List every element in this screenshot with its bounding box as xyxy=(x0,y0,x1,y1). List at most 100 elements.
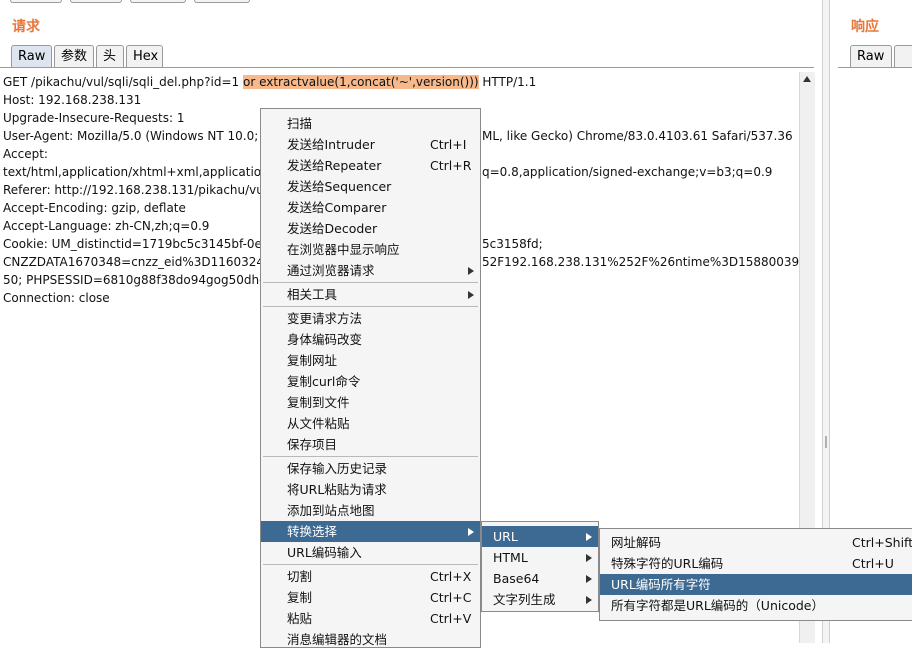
request-line-text: Accept-Language: zh-CN,zh;q=0.9 xyxy=(3,219,210,233)
menu-item-label: 网址解码 xyxy=(611,535,662,550)
menu-item-label: 发送给Decoder xyxy=(287,221,378,236)
tab-headers[interactable]: 头 xyxy=(96,45,124,67)
request-line: Accept-Language: zh-CN,zh;q=0.9 xyxy=(3,217,209,235)
menu-item-shortcut: Ctrl+R xyxy=(430,158,472,173)
toolbar-button-stub[interactable] xyxy=(70,0,122,3)
menu-item-label: 扫描 xyxy=(287,116,313,131)
menu-item[interactable]: 文字列生成 xyxy=(482,589,598,610)
menu-item[interactable]: 变更请求方法 xyxy=(261,308,480,329)
menu-item[interactable]: 所有字符都是URL编码的（Unicode） xyxy=(600,595,912,616)
menu-item-shortcut: Ctrl+C xyxy=(430,590,472,605)
menu-item[interactable]: 复制 Ctrl+C xyxy=(261,587,480,608)
menu-item[interactable]: 发送给Repeater Ctrl+R xyxy=(261,155,480,176)
menu-item-shortcut: Ctrl+V xyxy=(430,611,472,626)
selected-payload[interactable]: or extractvalue(1,concat('~',version())) xyxy=(242,75,479,89)
menu-item[interactable]: 通过浏览器请求 xyxy=(261,260,480,281)
menu-item-label: 保存输入历史记录 xyxy=(287,461,388,476)
toolbar-button-stub[interactable] xyxy=(10,0,62,3)
menu-item-label: 发送给Sequencer xyxy=(287,179,392,194)
menu-item[interactable]: 身体编码改变 xyxy=(261,329,480,350)
tab-raw[interactable]: Raw xyxy=(11,45,52,67)
menu-item[interactable]: 复制到文件 xyxy=(261,392,480,413)
menu-item[interactable]: 相关工具 xyxy=(261,284,480,305)
menu-item-label: 发送给Comparer xyxy=(287,200,387,215)
menu-item-shortcut: Ctrl+U xyxy=(852,556,894,571)
menu-item-label: Base64 xyxy=(493,571,540,586)
request-line-text: GET /pikachu/vul/sqli/sqli_del.php?id=1 xyxy=(3,75,243,89)
context-menu: 扫描发送给Intruder Ctrl+I 发送给Repeater Ctrl+R 发送给S… xyxy=(260,108,481,648)
response-tab-next[interactable] xyxy=(894,45,912,67)
request-line: Connection: close xyxy=(3,289,110,307)
convert-selection-submenu: URL HTML Base64 文字列生成 xyxy=(481,521,599,612)
menu-item-label: 复制 xyxy=(287,590,313,605)
request-line-text: Upgrade-Insecure-Requests: 1 xyxy=(3,111,185,125)
request-line-text: Accept: xyxy=(3,147,48,161)
menu-item[interactable]: 添加到站点地图 xyxy=(261,500,480,521)
tab-hex[interactable]: Hex xyxy=(126,45,163,67)
menu-item[interactable]: 转换选择 xyxy=(261,521,480,542)
menu-item-shortcut: Ctrl+X xyxy=(430,569,472,584)
menu-item-label: 文字列生成 xyxy=(493,592,556,607)
menu-item[interactable]: 复制curl命令 xyxy=(261,371,480,392)
menu-item-label: URL xyxy=(493,529,518,544)
request-line: Host: 192.168.238.131 xyxy=(3,91,141,109)
submenu-arrow-icon xyxy=(468,528,474,536)
request-line: Accept: xyxy=(3,145,48,163)
request-line-text: User-Agent: Mozilla/5.0 (Windows NT 10.0… xyxy=(3,129,274,143)
request-line-tail: 52F192.168.238.131%252F%26ntime%3D158800… xyxy=(482,255,800,269)
request-line: CNZZDATA1670348=cnzz_eid%3D11603247 xyxy=(3,253,272,271)
response-pane-title: 响应 xyxy=(851,19,879,35)
menu-item-label: 消息编辑器的文档 xyxy=(287,632,388,647)
menu-item-label: 添加到站点地图 xyxy=(287,503,375,518)
menu-item-label: URL编码输入 xyxy=(287,545,362,560)
menu-item[interactable]: HTML xyxy=(482,547,598,568)
menu-item-label: 保存项目 xyxy=(287,437,338,452)
menu-item-label: 在浏览器中显示响应 xyxy=(287,242,400,257)
menu-item[interactable]: Base64 xyxy=(482,568,598,589)
splitter-grip-icon xyxy=(825,436,827,448)
menu-item[interactable]: 发送给Comparer xyxy=(261,197,480,218)
menu-item-label: 转换选择 xyxy=(287,524,338,539)
menu-item[interactable]: 粘贴 Ctrl+V xyxy=(261,608,480,629)
menu-item[interactable]: 特殊字符的URL编码 Ctrl+U xyxy=(600,553,912,574)
menu-item[interactable]: 消息编辑器的文档 xyxy=(261,629,480,650)
menu-item[interactable]: 发送给Decoder xyxy=(261,218,480,239)
menu-item[interactable]: 网址解码 Ctrl+Shift+ xyxy=(600,532,912,553)
submenu-arrow-icon xyxy=(468,267,474,275)
menu-item[interactable]: 发送给Intruder Ctrl+I xyxy=(261,134,480,155)
menu-item[interactable]: 从文件粘贴 xyxy=(261,413,480,434)
menu-item-label: 发送给Intruder xyxy=(287,137,375,152)
toolbar-button-stub[interactable] xyxy=(130,0,186,3)
request-line: Upgrade-Insecure-Requests: 1 xyxy=(3,109,185,127)
menu-item[interactable]: 在浏览器中显示响应 xyxy=(261,239,480,260)
menu-item-label: 变更请求方法 xyxy=(287,311,363,326)
menu-item[interactable]: 保存项目 xyxy=(261,434,480,455)
tab-params[interactable]: 参数 xyxy=(54,45,94,67)
menu-item[interactable]: URL编码所有字符 xyxy=(600,574,912,595)
menu-item[interactable]: 将URL粘贴为请求 xyxy=(261,479,480,500)
menu-item[interactable]: 复制网址 xyxy=(261,350,480,371)
submenu-arrow-icon xyxy=(586,575,592,583)
menu-item-label: 复制网址 xyxy=(287,353,338,368)
menu-item[interactable]: URL xyxy=(482,526,598,547)
request-line-text: Connection: close xyxy=(3,291,110,305)
request-line: User-Agent: Mozilla/5.0 (Windows NT 10.0… xyxy=(3,127,274,145)
request-line-tail: ML, like Gecko) Chrome/83.0.4103.61 Safa… xyxy=(482,129,793,143)
menu-item-label: URL编码所有字符 xyxy=(611,577,711,592)
menu-item-label: 相关工具 xyxy=(287,287,338,302)
toolbar-button-stub[interactable] xyxy=(194,0,250,3)
menu-item-label: 复制curl命令 xyxy=(287,374,361,389)
menu-item[interactable]: 发送给Sequencer xyxy=(261,176,480,197)
menu-item[interactable]: URL编码输入 xyxy=(261,542,480,563)
menu-separator xyxy=(263,564,478,565)
request-line: Referer: http://192.168.238.131/pikachu/… xyxy=(3,181,278,199)
request-line-text: Referer: http://192.168.238.131/pikachu/… xyxy=(3,183,278,197)
menu-item[interactable]: 切割 Ctrl+X xyxy=(261,566,480,587)
response-tab-raw[interactable]: Raw xyxy=(850,45,892,67)
response-tab-underline xyxy=(838,67,912,68)
menu-item-label: HTML xyxy=(493,550,528,565)
menu-item[interactable]: 保存输入历史记录 xyxy=(261,458,480,479)
menu-item[interactable]: 扫描 xyxy=(261,113,480,134)
request-line-text: CNZZDATA1670348=cnzz_eid%3D11603247 xyxy=(3,255,272,269)
scroll-up-arrow-icon[interactable] xyxy=(803,76,811,82)
